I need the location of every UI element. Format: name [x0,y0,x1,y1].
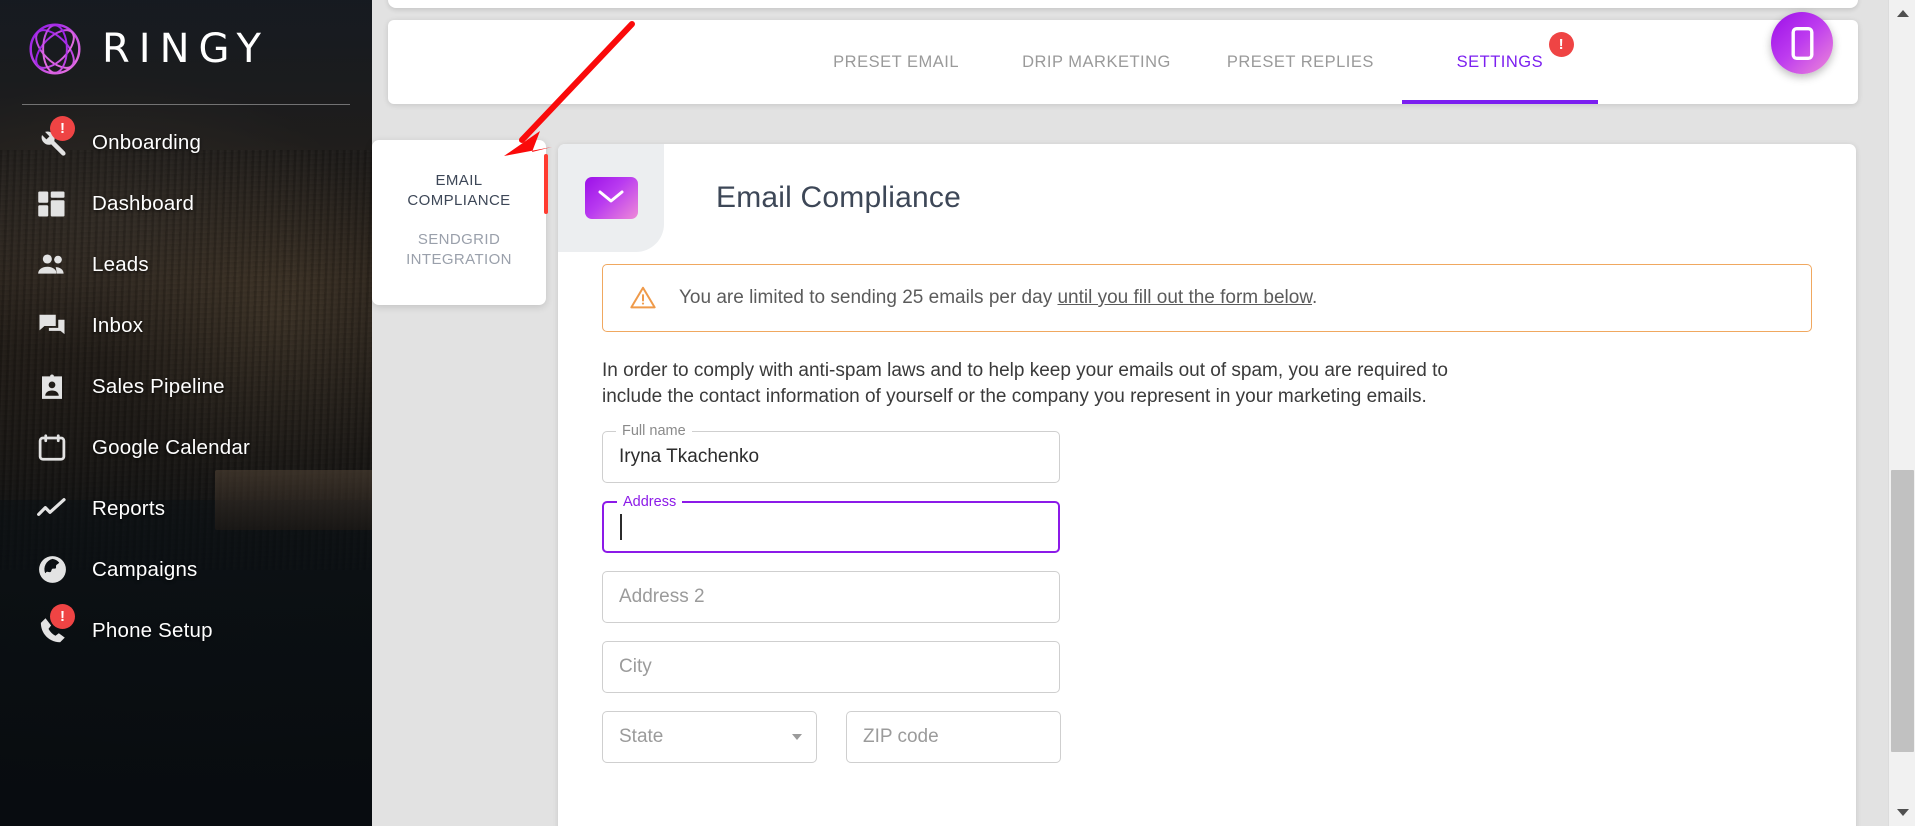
sidebar-item-reports[interactable]: Reports [0,478,372,539]
mobile-phone-icon [1791,26,1813,60]
full-name-value: Iryna Tkachenko [619,446,760,468]
sidebar-item-label: Campaigns [92,557,198,581]
tabs-card: PRESET EMAIL DRIP MARKETING PRESET REPLI… [388,20,1858,104]
sidebar-item-inbox[interactable]: Inbox [0,295,372,356]
sidebar-item-google-calendar[interactable]: Google Calendar [0,417,372,478]
zip-code-field[interactable]: ZIP code [846,711,1061,764]
people-icon [34,247,70,283]
chat-bubbles-icon [34,308,70,344]
calendar-icon [34,430,70,466]
sidebar-badge-phone-setup: ! [50,603,75,629]
sidebar-item-dashboard[interactable]: Dashboard [0,173,372,234]
compliance-description: In order to comply with anti-spam laws a… [602,360,1448,407]
dashboard-grid-icon [34,186,70,222]
sidebar-badge-onboarding: ! [50,115,75,141]
sidebar-nav: ! Onboarding Dashboard Leads Inbox Sales… [0,112,372,661]
triangle-up-icon [1896,10,1909,17]
compliance-form: Full name Iryna Tkachenko Address Addres… [602,423,1812,764]
id-badge-icon [34,369,70,405]
address-legend: Address [617,494,683,511]
sidebar-item-label: Google Calendar [92,435,250,459]
sidebar-item-label: Leads [92,252,149,276]
email-compliance-card: Email Compliance You are limited to send… [558,144,1856,826]
line-chart-icon [34,491,70,527]
brand-logo[interactable]: RINGY [28,22,270,76]
sidebar-item-campaigns[interactable]: Campaigns [0,539,372,600]
sidebar-item-label: Dashboard [92,191,195,215]
ringy-atom-logo-icon [29,23,81,75]
scrollbar-thumb[interactable] [1891,470,1914,752]
address-field[interactable]: Address [602,494,1060,554]
sidebar-divider [22,104,350,105]
tab-label: SETTINGS [1456,52,1544,71]
tab-badge-settings: ! [1548,32,1574,57]
sidebar-item-label: Inbox [92,313,144,337]
text-cursor [620,514,622,541]
sidebar-item-label: Reports [92,496,166,520]
mail-envelope-icon [584,177,638,219]
app-root: RINGY ! Onboarding Dashboard Leads Inbox… [0,0,1915,826]
active-submenu-marker [544,154,548,214]
city-field[interactable]: City [602,641,1060,694]
main-content-area: PRESET EMAIL DRIP MARKETING PRESET REPLI… [372,0,1887,826]
sidebar-item-leads[interactable]: Leads [0,234,372,295]
submenu-item-sendgrid-integration[interactable]: SENDGRID INTEGRATION [372,221,546,280]
scroll-up-button[interactable] [1889,0,1915,27]
scroll-down-button[interactable] [1889,799,1915,826]
city-placeholder: City [619,656,652,678]
zip-placeholder: ZIP code [863,726,939,748]
tab-preset-email[interactable]: PRESET EMAIL [798,20,994,104]
address2-placeholder: Address 2 [619,586,705,608]
sidebar: RINGY ! Onboarding Dashboard Leads Inbox… [0,0,372,826]
full-name-legend: Full name [616,423,692,440]
alert-message: You are limited to sending 25 emails per… [679,287,1317,309]
sidebar-item-phone-setup[interactable]: ! Phone Setup [0,600,372,661]
wrench-icon: ! [34,115,75,161]
tab-preset-replies[interactable]: PRESET REPLIES [1199,20,1402,104]
sidebar-item-onboarding[interactable]: ! Onboarding [0,112,372,173]
address2-field[interactable]: Address 2 [602,571,1060,624]
page-title: Email Compliance [716,181,961,214]
alert-link[interactable]: until you fill out the form below [1057,287,1312,308]
header-icon-container [558,144,664,252]
state-zip-row: State ZIP code [602,693,1812,764]
sidebar-item-label: Onboarding [92,130,202,154]
submenu-item-email-compliance[interactable]: EMAIL COMPLIANCE [372,162,546,221]
card-above-tabs [388,0,1858,8]
page-scrollbar[interactable] [1888,0,1915,826]
tab-drip-marketing[interactable]: DRIP MARKETING [994,20,1199,104]
warning-triangle-icon [630,286,656,309]
state-placeholder: State [619,726,664,748]
content-header: Email Compliance [558,144,1856,252]
chevron-down-icon[interactable] [792,734,802,741]
state-select[interactable]: State [602,711,817,764]
tab-label: PRESET EMAIL [833,52,959,71]
tab-settings[interactable]: SETTINGS ! [1401,20,1598,104]
full-name-field[interactable]: Full name Iryna Tkachenko [602,423,1060,484]
brand-name: RINGY [102,26,270,72]
alert-text-before: You are limited to sending 25 emails per… [679,287,1058,308]
sidebar-item-sales-pipeline[interactable]: Sales Pipeline [0,356,372,417]
phone-icon: ! [34,603,75,649]
triangle-down-icon [1896,809,1909,816]
sending-limit-alert: You are limited to sending 25 emails per… [602,264,1812,332]
sidebar-item-label: Phone Setup [92,618,213,642]
tab-label: DRIP MARKETING [1022,52,1171,71]
mobile-dialer-fab[interactable] [1771,12,1833,74]
sidebar-item-label: Sales Pipeline [92,374,225,398]
tab-label: PRESET REPLIES [1226,52,1374,71]
alert-text-after: . [1312,287,1318,308]
settings-submenu: EMAIL COMPLIANCE SENDGRID INTEGRATION [372,140,548,305]
tabs-list: PRESET EMAIL DRIP MARKETING PRESET REPLI… [648,20,1598,104]
globe-icon [34,552,70,588]
